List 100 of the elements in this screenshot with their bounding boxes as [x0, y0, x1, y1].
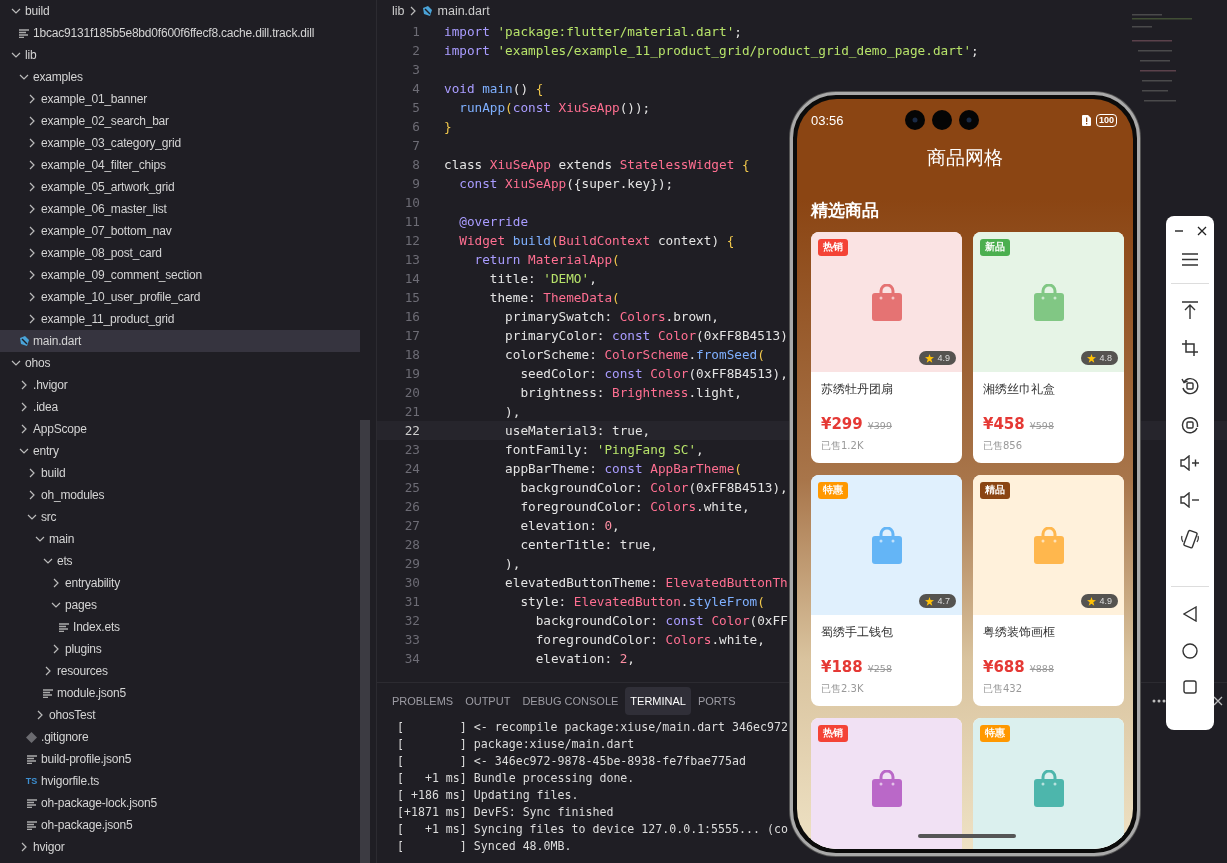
tree-item[interactable]: entryability [0, 572, 360, 594]
tree-item[interactable]: build-profile.json5 [0, 748, 360, 770]
tree-item[interactable]: .idea [0, 396, 360, 418]
line-number: 11 [403, 214, 421, 229]
rotate-icon[interactable] [1181, 377, 1199, 395]
tree-item[interactable]: oh-package.json5 [0, 814, 360, 836]
line-number: 7 [411, 138, 421, 153]
app-title: 商品网格 [926, 145, 1004, 170]
tree-item[interactable]: pages [0, 594, 360, 616]
file-type-label: TS [25, 776, 38, 786]
tree-item[interactable]: hvigor [0, 836, 360, 858]
tree-item[interactable]: ets [0, 550, 360, 572]
crop-icon[interactable] [1182, 340, 1198, 356]
tree-item[interactable]: main.dart [0, 330, 360, 352]
panel-tab[interactable]: TERMINAL [625, 687, 691, 715]
tree-item[interactable]: examples [0, 66, 360, 88]
code-line: Widget build(BuildContext context) { [458, 233, 735, 248]
screen-record-icon[interactable] [1181, 416, 1199, 434]
tree-item[interactable]: example_03_category_grid [0, 132, 360, 154]
tree-item[interactable]: module.json5 [0, 682, 360, 704]
tree-item[interactable]: build [0, 462, 360, 484]
line-number: 16 [403, 309, 421, 324]
file-lines-icon [18, 28, 29, 38]
battery-indicator: 100 [1095, 113, 1117, 127]
close-icon[interactable] [1213, 696, 1223, 706]
tree-item[interactable]: example_06_master_list [0, 198, 360, 220]
tree-item[interactable]: src [0, 506, 360, 528]
recents-icon[interactable] [1183, 680, 1197, 694]
tree-item[interactable]: Index.ets [0, 616, 360, 638]
original-price: ¥888 [1029, 663, 1054, 674]
close-icon[interactable] [1196, 226, 1207, 236]
tree-item[interactable]: TS hvigorfile.ts [0, 770, 360, 792]
tree-item[interactable]: lib [0, 44, 360, 66]
code-line: style: ElevatedButton.styleFrom( [519, 594, 765, 609]
panel-tab[interactable]: OUTPUT [460, 687, 516, 715]
tree-item[interactable]: oh_modules [0, 484, 360, 506]
more-icon[interactable] [1152, 699, 1166, 703]
panel-tab[interactable]: DEBUG CONSOLE [517, 687, 624, 715]
file-lines-icon [26, 754, 37, 764]
breadcrumb-item[interactable]: main.dart [437, 4, 490, 18]
line-number: 13 [403, 252, 421, 267]
tree-item[interactable]: .hvigor [0, 374, 360, 396]
sold-count: 已售2.3K [821, 682, 865, 696]
back-icon[interactable] [1183, 606, 1197, 622]
product-card[interactable]: 特惠 4.7 蜀绣手工钱包 ¥188 ¥258 已售2.3K [811, 475, 962, 706]
line-number: 4 [411, 81, 421, 96]
tree-item[interactable]: .gitignore [0, 726, 360, 748]
tree-item[interactable]: example_11_product_grid [0, 308, 360, 330]
home-icon[interactable] [1182, 643, 1198, 659]
file-lines-icon [26, 820, 37, 830]
code-line: runApp(const XiuSeApp()); [458, 100, 651, 115]
panel-tab[interactable]: PORTS [692, 687, 741, 715]
upload-arrow-icon[interactable] [1182, 301, 1198, 319]
tree-item[interactable]: example_04_filter_chips [0, 154, 360, 176]
product-card[interactable]: 热销 [811, 718, 962, 849]
dart-icon [420, 5, 433, 17]
breadcrumb-item[interactable]: lib [392, 4, 405, 18]
line-number: 12 [403, 233, 421, 248]
code-line: fontFamily: 'PingFang SC', [504, 442, 704, 457]
tree-item[interactable]: AppScope [0, 418, 360, 440]
tree-item[interactable]: build [0, 0, 360, 22]
tree-item[interactable]: example_09_comment_section [0, 264, 360, 286]
shake-device-icon[interactable] [1181, 529, 1199, 549]
tree-item[interactable]: resources [0, 660, 360, 682]
tree-item[interactable]: example_05_artwork_grid [0, 176, 360, 198]
menu-icon[interactable] [1182, 253, 1198, 266]
tree-item[interactable]: example_07_bottom_nav [0, 220, 360, 242]
panel-tab[interactable]: PROBLEMS [387, 687, 459, 715]
tree-item[interactable]: example_08_post_card [0, 242, 360, 264]
tree-item[interactable]: ohos [0, 352, 360, 374]
terminal-line: [ ] package:xiuse/main.dart [397, 736, 635, 753]
original-price: ¥598 [1029, 420, 1054, 431]
line-number: 21 [403, 404, 421, 419]
product-tag: 新品 [980, 239, 1010, 256]
tree-item[interactable]: example_01_banner [0, 88, 360, 110]
sold-count: 已售432 [983, 682, 1024, 696]
volume-up-icon[interactable] [1180, 455, 1200, 471]
product-card[interactable]: 精品 4.9 粤绣装饰画框 ¥688 ¥888 已售432 [973, 475, 1124, 706]
star-icon [1087, 353, 1097, 363]
product-name: 蜀绣手工钱包 [821, 624, 894, 641]
chevron-right-icon [52, 578, 59, 588]
tree-item[interactable]: main [0, 528, 360, 550]
tree-item[interactable]: plugins [0, 638, 360, 660]
volume-down-icon[interactable] [1180, 492, 1200, 508]
tree-item[interactable]: entry [0, 440, 360, 462]
chevron-right-icon [52, 644, 59, 654]
chevron-right-icon [28, 116, 35, 126]
rating-value: 4.7 [937, 596, 950, 606]
tree-item[interactable]: ohosTest [0, 704, 360, 726]
tree-item[interactable]: example_10_user_profile_card [0, 286, 360, 308]
chevron-right-icon [20, 402, 27, 412]
scrollbar-thumb[interactable] [360, 420, 370, 863]
product-card[interactable]: 新品 4.8 湘绣丝巾礼盒 ¥458 ¥598 已售856 [973, 232, 1124, 463]
tree-item[interactable]: 1bcac9131f185b5e8bd0f600f6ffecf8.cache.dill.track.dill [0, 22, 360, 44]
tree-item[interactable]: oh-package-lock.json5 [0, 792, 360, 814]
line-number: 29 [403, 556, 421, 571]
code-line: import 'package:flutter/material.dart'; [444, 24, 742, 39]
sold-count: 已售856 [983, 439, 1024, 453]
tree-item[interactable]: example_02_search_bar [0, 110, 360, 132]
product-card[interactable]: 热销 4.9 苏绣牡丹团扇 ¥299 ¥399 已售1.2K [811, 232, 962, 463]
